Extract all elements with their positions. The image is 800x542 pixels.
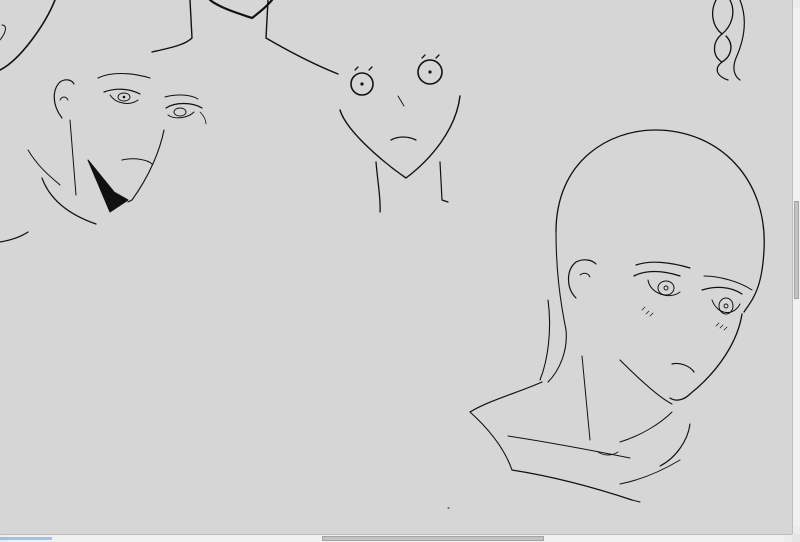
drawing-canvas[interactable] [0, 0, 792, 534]
horizontal-scroll-thumb[interactable] [322, 536, 544, 541]
vertical-scrollbar[interactable] [792, 0, 800, 534]
scrollbar-corner [792, 534, 800, 542]
head-sketch-left [0, 0, 207, 243]
vertical-scroll-thumb[interactable] [794, 201, 799, 299]
head-sketch-bald [469, 129, 765, 503]
scroll-right-arrow-icon[interactable] [784, 535, 792, 542]
scroll-down-arrow-icon[interactable] [793, 526, 800, 534]
canvas-strokes [0, 0, 765, 509]
hair-braid-sketch [711, 0, 745, 81]
scroll-up-arrow-icon[interactable] [793, 0, 800, 8]
drawing-app-window [0, 0, 800, 542]
scroll-position-indicator [0, 537, 52, 540]
horizontal-scrollbar[interactable] [0, 534, 792, 542]
head-sketch-center [208, 0, 461, 509]
